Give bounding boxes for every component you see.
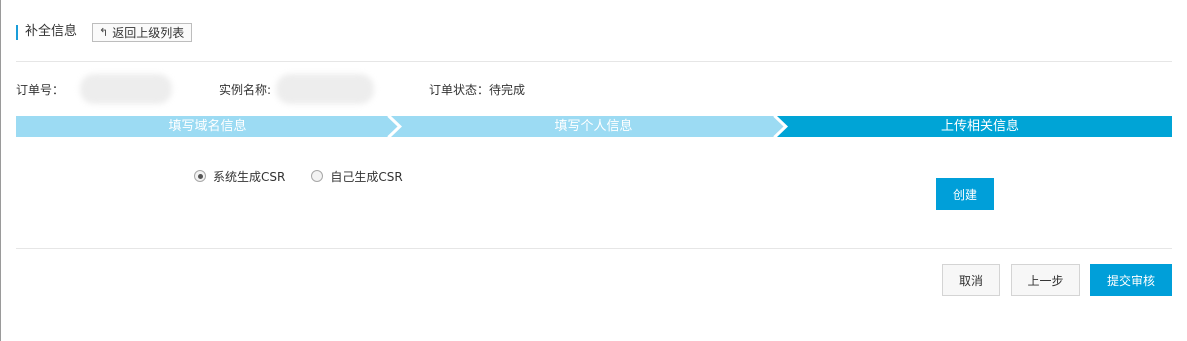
radio-dot [197, 173, 203, 179]
instance-name-value-redacted [276, 74, 374, 104]
order-status: 订单状态：待完成 [429, 82, 525, 98]
step-2-label: 填写个人信息 [554, 119, 633, 134]
page: 补全信息 ↰ 返回上级列表 订单号： 实例名称: 订单状态：待完成 填写域名信息… [0, 0, 1187, 341]
back-to-list-button[interactable]: ↰ 返回上级列表 [92, 22, 193, 42]
csr-option-self[interactable]: 自己生成CSR [311, 168, 403, 185]
page-title: 补全信息 [25, 24, 78, 39]
create-button[interactable]: 创建 [936, 178, 994, 210]
step-3-label: 上传相关信息 [940, 119, 1019, 134]
divider [16, 61, 1172, 62]
cancel-button[interactable]: 取消 [942, 264, 1000, 296]
order-number-label: 订单号： [16, 83, 65, 97]
window-left-border [0, 0, 1, 341]
csr-option-system-label: 系统生成CSR [213, 169, 286, 184]
submit-review-button[interactable]: 提交审核 [1090, 264, 1172, 296]
back-to-list-label: 返回上级列表 [112, 25, 185, 40]
radio-button-checked[interactable] [194, 170, 206, 182]
csr-option-self-label: 自己生成CSR [330, 169, 403, 184]
csr-method-radio-group: 系统生成CSR 自己生成CSR [194, 167, 429, 185]
step-progress: 填写域名信息 填写个人信息 上传相关信息 [16, 116, 1172, 137]
radio-button-unchecked[interactable] [311, 170, 324, 182]
page-header: 补全信息 ↰ 返回上级列表 [16, 22, 193, 42]
order-status-value: 待完成 [489, 83, 526, 97]
csr-option-system[interactable]: 系统生成CSR [194, 168, 285, 185]
order-status-label: 订单状态： [429, 83, 490, 97]
prev-step-button[interactable]: 上一步 [1011, 264, 1080, 296]
instance-name-label: 实例名称: [219, 83, 272, 97]
divider [16, 248, 1172, 249]
instance-name: 实例名称: [219, 82, 271, 98]
order-number: 订单号： [16, 82, 64, 98]
order-number-value-redacted [80, 74, 172, 104]
arrow-up-return-icon: ↰ [99, 25, 109, 39]
title-accent-bar [16, 24, 18, 40]
step-1-label: 填写域名信息 [168, 119, 247, 134]
